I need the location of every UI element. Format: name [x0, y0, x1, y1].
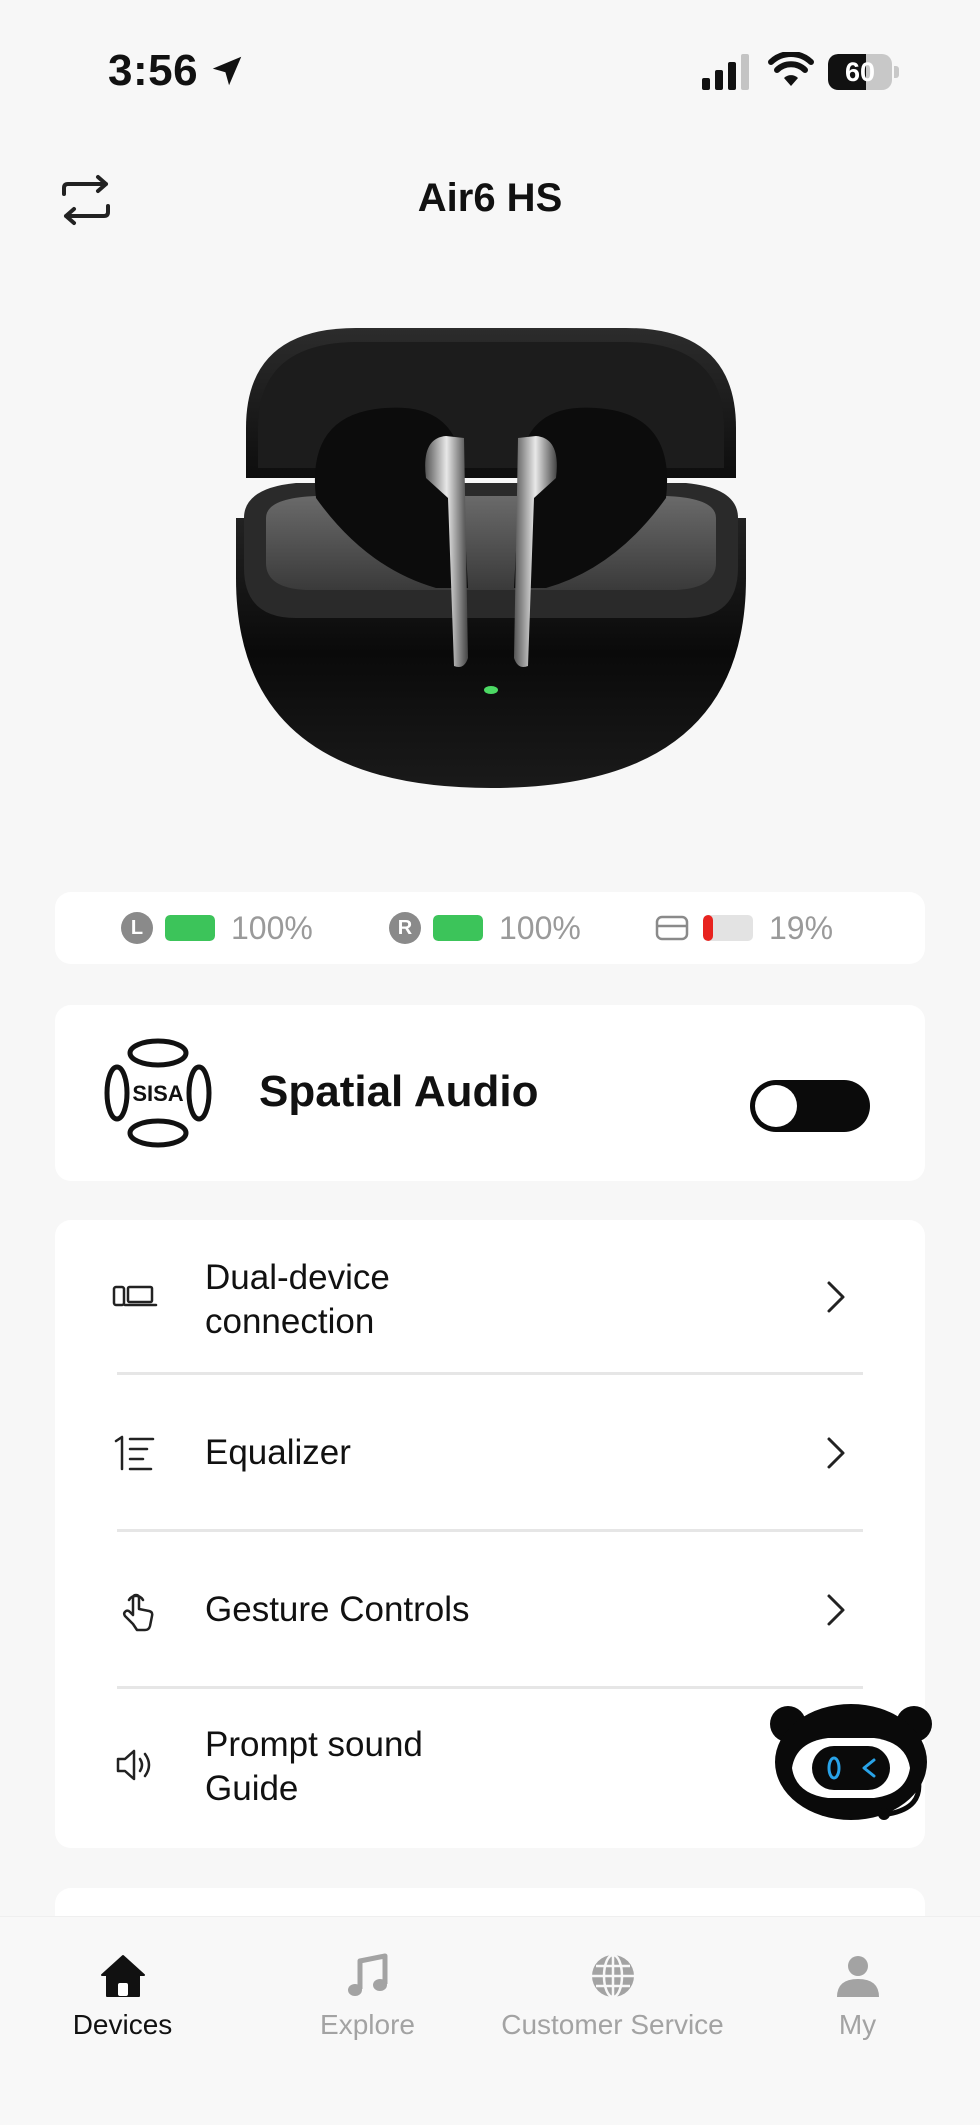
tab-explore[interactable]: Explore: [245, 1917, 490, 2057]
right-badge: R: [389, 912, 421, 944]
speaker-icon: [116, 1749, 151, 1781]
toggle-knob: [755, 1085, 797, 1127]
dual-device-icon: [112, 1285, 158, 1307]
left-battery-bar: [165, 915, 215, 941]
battery-status-card: L 100% R 100% 19%: [55, 892, 925, 964]
location-arrow-icon: [212, 56, 242, 86]
equalizer-label: Equalizer: [205, 1433, 351, 1472]
equalizer-icon: [114, 1435, 155, 1471]
dual-device-connection-label: Dual-device connection: [205, 1258, 390, 1341]
spatial-audio-toggle[interactable]: [750, 1080, 870, 1132]
spatial-audio-card: SISA Spatial Audio: [55, 1005, 925, 1181]
cellular-signal-icon: [702, 54, 749, 90]
status-bar: 3:56 60: [0, 0, 980, 140]
tab-label: Customer Service: [501, 2009, 724, 2040]
right-battery-bar: [433, 915, 483, 941]
globe-icon: [591, 1953, 634, 1999]
page-title: Air6 HS: [417, 176, 563, 220]
spatial-audio-label: Spatial Audio: [259, 1067, 539, 1116]
case-battery: 19%: [655, 892, 833, 964]
chevron-right-icon: [827, 1594, 845, 1626]
assistant-mascot-icon[interactable]: [768, 1698, 934, 1822]
left-earbud-battery: L 100%: [121, 892, 313, 964]
tab-bar: Devices Explore Customer Service My: [0, 1916, 980, 2125]
prompt-sound-guide-label: Prompt sound Guide: [205, 1725, 423, 1808]
right-battery-percent: 100%: [499, 909, 581, 946]
battery-level-text: 60: [844, 57, 876, 87]
left-badge: L: [121, 912, 153, 944]
gesture-controls-label: Gesture Controls: [205, 1590, 470, 1629]
equalizer-row[interactable]: Equalizer: [55, 1375, 925, 1531]
tab-devices[interactable]: Devices: [0, 1917, 245, 2057]
music-note-icon: [347, 1953, 387, 1996]
tab-label: Devices: [72, 2009, 173, 2040]
sisa-logo-icon: SISA: [104, 1038, 212, 1148]
person-icon: [836, 1956, 879, 1997]
battery-icon: 60: [828, 54, 900, 90]
case-battery-percent: 19%: [769, 909, 834, 946]
tab-label: My: [838, 2009, 877, 2040]
right-earbud-battery: R 100%: [389, 892, 581, 964]
case-icon: [655, 915, 689, 941]
chevron-right-icon: [827, 1437, 845, 1469]
sisa-logo-text: SISA: [132, 1081, 183, 1106]
wifi-icon: [768, 52, 814, 86]
gesture-icon: [122, 1593, 154, 1632]
tab-label: Explore: [320, 2009, 415, 2040]
tab-my[interactable]: My: [735, 1917, 980, 2057]
gesture-controls-row[interactable]: Gesture Controls: [55, 1532, 925, 1688]
dual-device-connection-row[interactable]: Dual-device connection: [55, 1220, 925, 1374]
earbuds-case-image: [236, 328, 746, 788]
case-battery-bar: [703, 915, 753, 941]
home-icon: [100, 1955, 145, 1997]
left-battery-percent: 100%: [231, 909, 313, 946]
chevron-right-icon: [827, 1281, 845, 1313]
status-time: 3:56: [108, 46, 199, 95]
tab-customer-service[interactable]: Customer Service: [490, 1917, 735, 2057]
